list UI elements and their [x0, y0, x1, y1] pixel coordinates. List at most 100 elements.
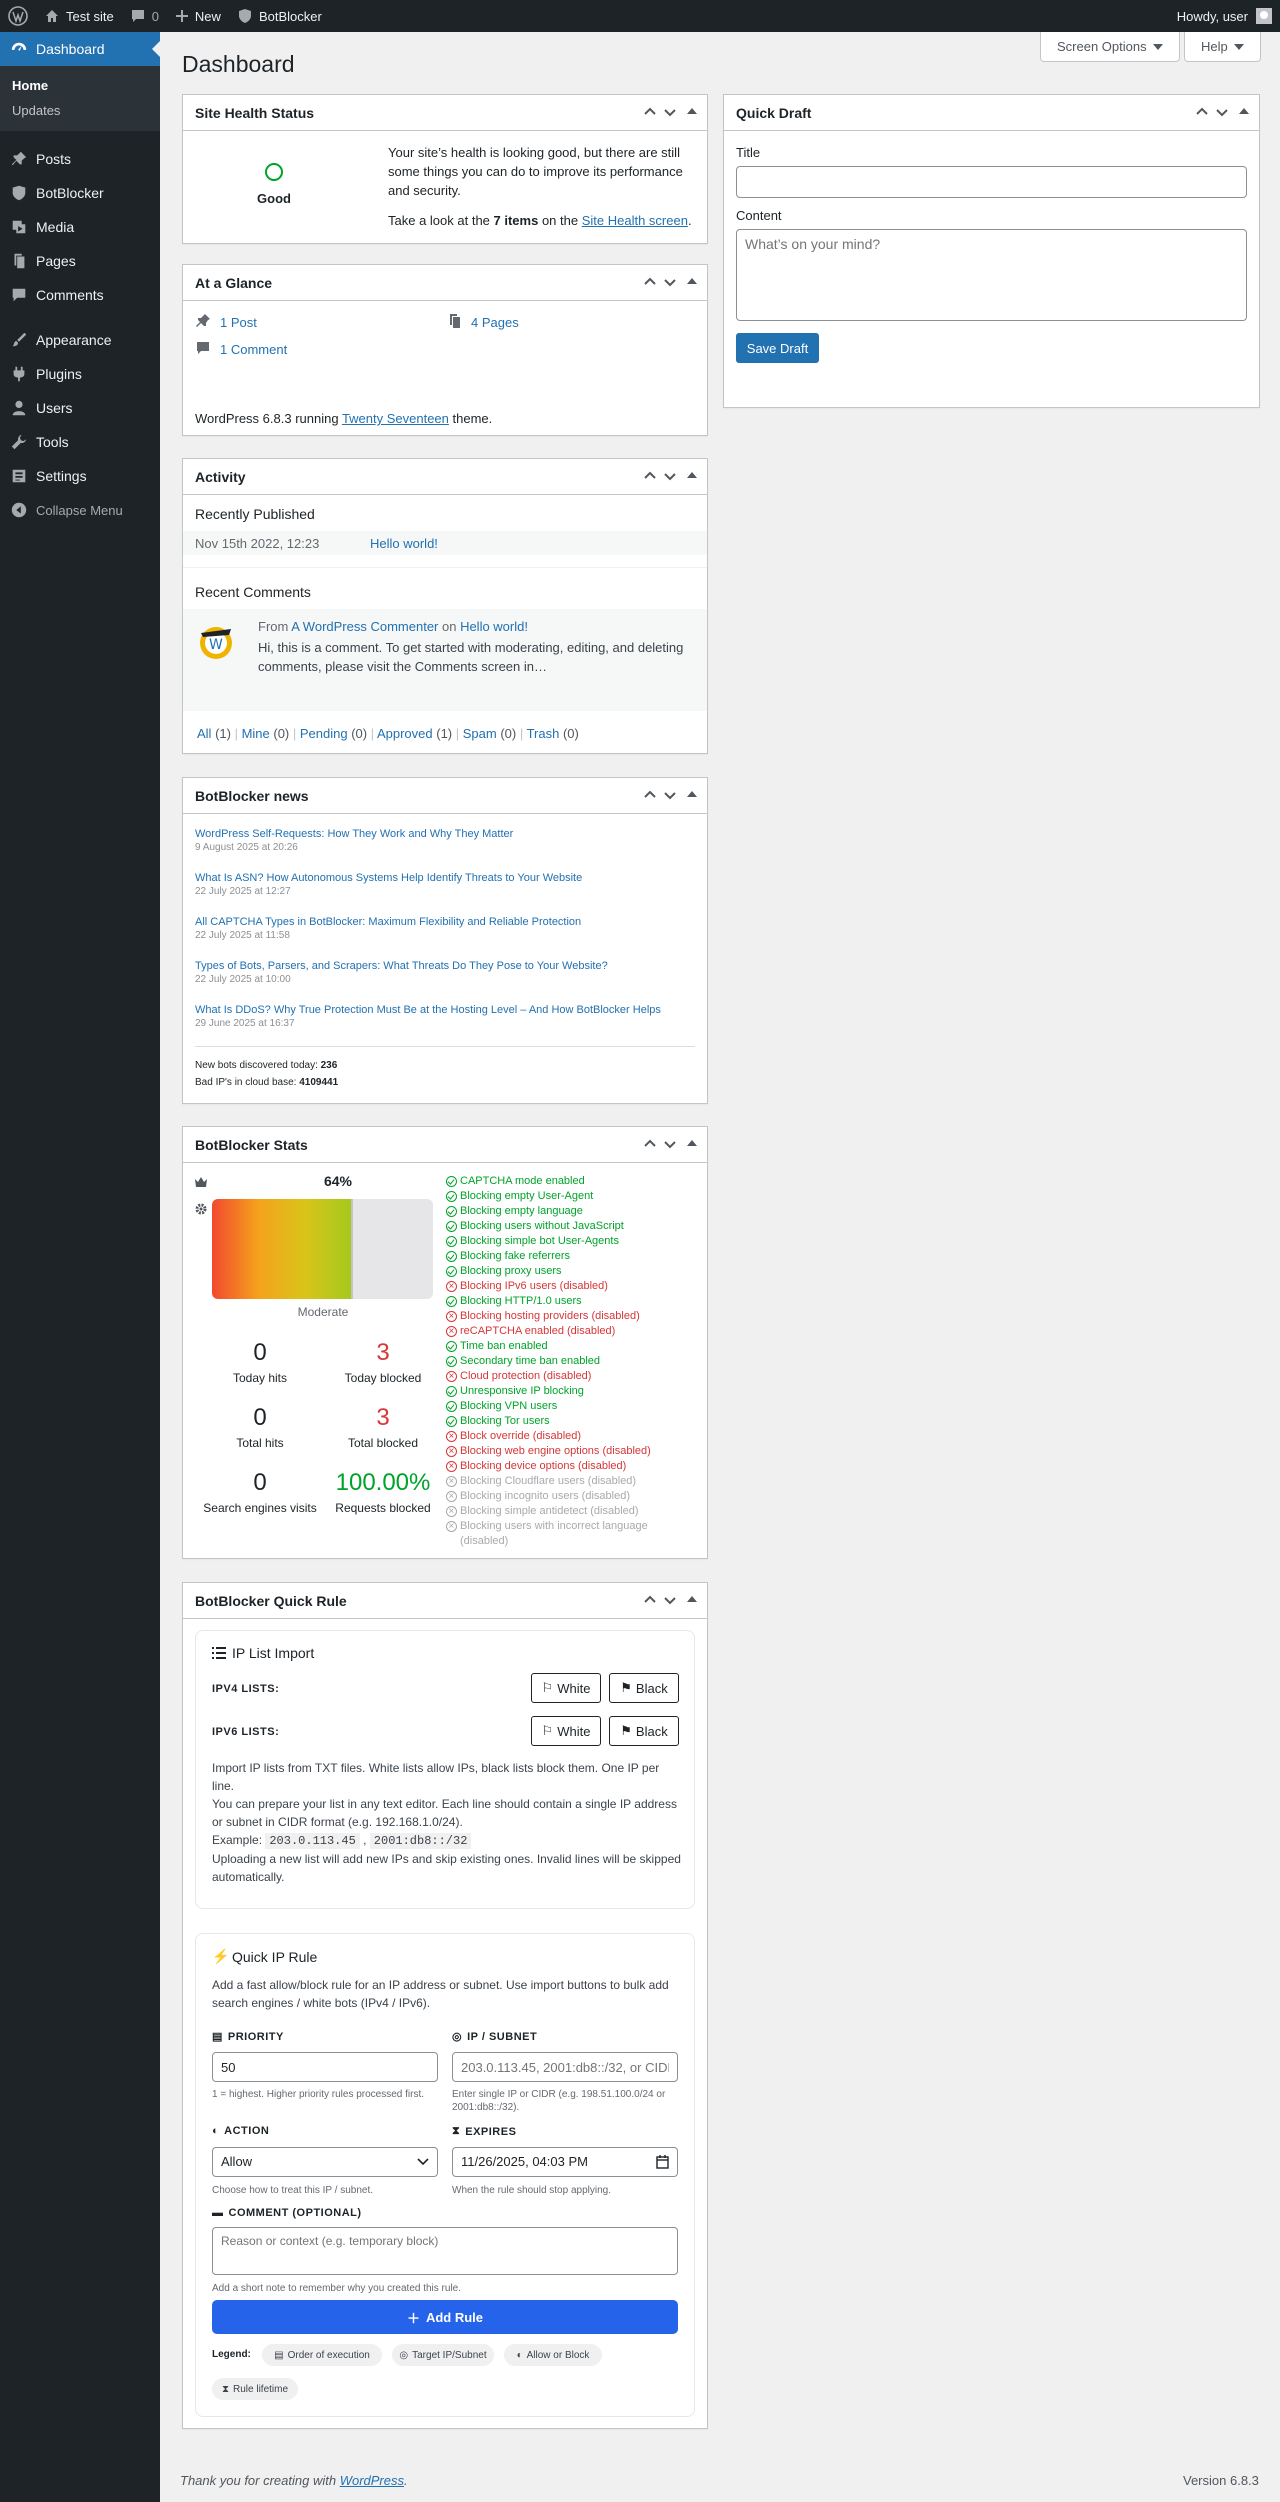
move-up-icon[interactable]: [643, 275, 657, 289]
toggle-panel-icon[interactable]: [687, 467, 697, 478]
glance-pages-link[interactable]: 4 Pages: [471, 315, 519, 330]
ipv6-black-button[interactable]: ⚑ Black: [609, 1716, 679, 1746]
widget-title[interactable]: Site Health Status: [195, 105, 314, 121]
move-down-icon[interactable]: [663, 1137, 677, 1151]
news-link[interactable]: WordPress Self-Requests: How They Work a…: [195, 828, 513, 840]
comment-filter-count: (1): [211, 726, 231, 741]
move-up-icon[interactable]: [643, 788, 657, 802]
comment-filter-spam[interactable]: Spam: [463, 726, 497, 741]
move-down-icon[interactable]: [663, 275, 677, 289]
toggle-panel-icon[interactable]: [687, 103, 697, 114]
published-post-link[interactable]: Hello world!: [370, 536, 438, 551]
add-rule-button[interactable]: ＋ Add Rule: [212, 2300, 678, 2334]
glance-posts-link[interactable]: 1 Post: [220, 315, 257, 330]
health-items-count: 7 items: [493, 213, 539, 228]
move-down-icon[interactable]: [1215, 105, 1229, 119]
toggle-panel-icon[interactable]: [1239, 103, 1249, 114]
widget-title[interactable]: BotBlocker news: [195, 788, 309, 804]
widget-controls: [643, 275, 701, 289]
widget-title[interactable]: BotBlocker Stats: [195, 1137, 308, 1153]
comment-filter-pending[interactable]: Pending: [300, 726, 348, 741]
menu-comments[interactable]: Comments: [0, 278, 160, 312]
my-account-menu[interactable]: Howdy, user: [1177, 8, 1280, 24]
move-down-icon[interactable]: [663, 788, 677, 802]
widget-title[interactable]: Quick Draft: [736, 105, 811, 121]
commenter-link[interactable]: A WordPress Commenter: [291, 619, 438, 634]
protection-check-item: Blocking IPv6 users (disabled): [446, 1279, 656, 1294]
widget-title[interactable]: BotBlocker Quick Rule: [195, 1593, 347, 1609]
gear-icon[interactable]: [195, 1203, 207, 1215]
expires-datetime-input[interactable]: 11/26/2025, 04:03 PM: [452, 2147, 678, 2177]
protection-check-item: Blocking fake referrers: [446, 1249, 656, 1264]
menu-users[interactable]: Users: [0, 391, 160, 425]
requests-blocked-label: Requests blocked: [335, 1501, 431, 1515]
move-down-icon[interactable]: [663, 469, 677, 483]
botblocker-bar-menu[interactable]: BotBlocker: [229, 0, 330, 32]
menu-plugins[interactable]: Plugins: [0, 357, 160, 391]
comment-filter-mine[interactable]: Mine: [242, 726, 270, 741]
comment-filter-all[interactable]: All: [197, 726, 211, 741]
toggle-panel-icon[interactable]: [687, 273, 697, 284]
move-up-icon[interactable]: [643, 469, 657, 483]
move-down-icon[interactable]: [663, 105, 677, 119]
example-ipv4: 203.0.113.45: [265, 1833, 360, 1849]
ipv4-white-button[interactable]: ⚐ White: [531, 1673, 601, 1703]
theme-link[interactable]: Twenty Seventeen: [342, 411, 449, 426]
move-up-icon[interactable]: [643, 1137, 657, 1151]
toggle-panel-icon[interactable]: [687, 1135, 697, 1146]
menu-media[interactable]: Media: [0, 210, 160, 244]
example-ipv6: 2001:db8::/32: [369, 1833, 472, 1849]
comment-filter-approved[interactable]: Approved: [377, 726, 433, 741]
protection-check-item: Blocking HTTP/1.0 users: [446, 1294, 656, 1309]
menu-settings[interactable]: Settings: [0, 459, 160, 493]
site-health-link[interactable]: Site Health screen: [582, 213, 688, 228]
menu-pages[interactable]: Pages: [0, 244, 160, 278]
ipv4-black-button[interactable]: ⚑ Black: [609, 1673, 679, 1703]
glance-comments-link[interactable]: 1 Comment: [220, 342, 287, 357]
site-name-menu[interactable]: Test site: [36, 0, 122, 32]
wp-logo-menu[interactable]: [0, 0, 36, 32]
news-link[interactable]: What Is ASN? How Autonomous Systems Help…: [195, 872, 582, 884]
menu-dashboard[interactable]: Dashboard: [0, 32, 160, 66]
news-link[interactable]: All CAPTCHA Types in BotBlocker: Maximum…: [195, 916, 581, 928]
action-select[interactable]: Allow: [212, 2147, 438, 2177]
menu-posts[interactable]: Posts: [0, 142, 160, 176]
news-link[interactable]: What Is DDoS? Why True Protection Must B…: [195, 1004, 661, 1016]
comment-post-link[interactable]: Hello world!: [460, 619, 528, 634]
menu-tools[interactable]: Tools: [0, 425, 160, 459]
move-up-icon[interactable]: [1195, 105, 1209, 119]
widget-title[interactable]: Activity: [195, 469, 246, 485]
ip-subnet-input[interactable]: [452, 2052, 678, 2082]
collapse-menu-button[interactable]: Collapse Menu: [0, 493, 160, 527]
comment-filter-trash[interactable]: Trash: [527, 726, 560, 741]
rule-comment-textarea[interactable]: [212, 2227, 678, 2275]
toggle-panel-icon[interactable]: [687, 1591, 697, 1602]
bad-ips-value: 4109441: [299, 1077, 339, 1088]
submenu-updates[interactable]: Updates: [0, 98, 160, 123]
menu-pages-label: Pages: [36, 253, 76, 269]
check-circle-icon: [446, 1236, 457, 1247]
screen-options-button[interactable]: Screen Options: [1040, 32, 1180, 62]
protection-check-item: Blocking simple bot User-Agents: [446, 1234, 656, 1249]
news-link[interactable]: Types of Bots, Parsers, and Scrapers: Wh…: [195, 960, 608, 972]
move-down-icon[interactable]: [663, 1593, 677, 1607]
menu-botblocker[interactable]: BotBlocker: [0, 176, 160, 210]
submenu-home[interactable]: Home: [0, 73, 160, 98]
save-draft-button[interactable]: Save Draft: [736, 333, 819, 363]
calendar-icon[interactable]: [656, 2155, 669, 2169]
published-date: Nov 15th 2022, 12:23: [195, 536, 320, 551]
comments-menu[interactable]: 0: [122, 0, 167, 32]
at-a-glance-widget: At a Glance 1 Post 4 Pages 1 Comment Wor…: [182, 264, 708, 436]
widget-title[interactable]: At a Glance: [195, 275, 272, 291]
draft-title-input[interactable]: [736, 166, 1247, 198]
move-up-icon[interactable]: [643, 1593, 657, 1607]
priority-input[interactable]: [212, 2052, 438, 2082]
ipv6-white-button[interactable]: ⚐ White: [531, 1716, 601, 1746]
wordpress-link[interactable]: WordPress: [340, 2473, 404, 2488]
toggle-panel-icon[interactable]: [687, 786, 697, 797]
move-up-icon[interactable]: [643, 105, 657, 119]
help-button[interactable]: Help: [1184, 32, 1261, 62]
draft-content-textarea[interactable]: [736, 229, 1247, 321]
menu-appearance[interactable]: Appearance: [0, 323, 160, 357]
new-content-menu[interactable]: New: [167, 0, 229, 32]
